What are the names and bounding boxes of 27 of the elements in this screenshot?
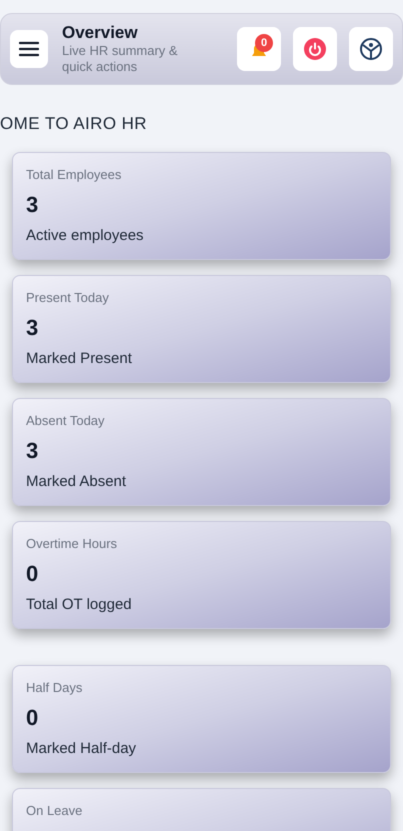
stat-caption: Total OT logged: [26, 595, 133, 615]
stat-value: 3: [26, 193, 40, 217]
stat-caption: Marked Half-day: [26, 739, 138, 759]
page-title: Overview: [62, 23, 139, 43]
stat-value: 0: [26, 706, 40, 730]
welcome-heading: OME TO AIRO HR: [0, 114, 148, 133]
stat-label: Half Days: [26, 680, 84, 696]
menu-button[interactable]: [10, 30, 48, 68]
stat-label: Absent Today: [26, 413, 106, 429]
stat-caption: Marked Present: [26, 349, 133, 369]
stat-caption: Marked Absent: [26, 472, 128, 492]
power-button[interactable]: [293, 27, 337, 71]
stat-value: 3: [26, 439, 40, 463]
figure-circle-icon: [359, 37, 383, 61]
stat-label: Present Today: [26, 290, 110, 306]
stat-value: 0: [26, 562, 40, 586]
menu-icon: [19, 41, 39, 57]
power-icon: [303, 37, 327, 61]
notifications-button[interactable]: 0: [237, 27, 281, 71]
stat-value: 3: [26, 316, 40, 340]
stat-label: On Leave: [26, 803, 84, 819]
page-subtitle: Live HR summary & quick actions: [62, 43, 179, 75]
stat-caption: Active employees: [26, 226, 145, 246]
notification-count: 0: [255, 34, 273, 52]
stat-label: Overtime Hours: [26, 536, 118, 552]
stat-label: Total Employees: [26, 167, 122, 183]
logo-button[interactable]: [349, 27, 393, 71]
